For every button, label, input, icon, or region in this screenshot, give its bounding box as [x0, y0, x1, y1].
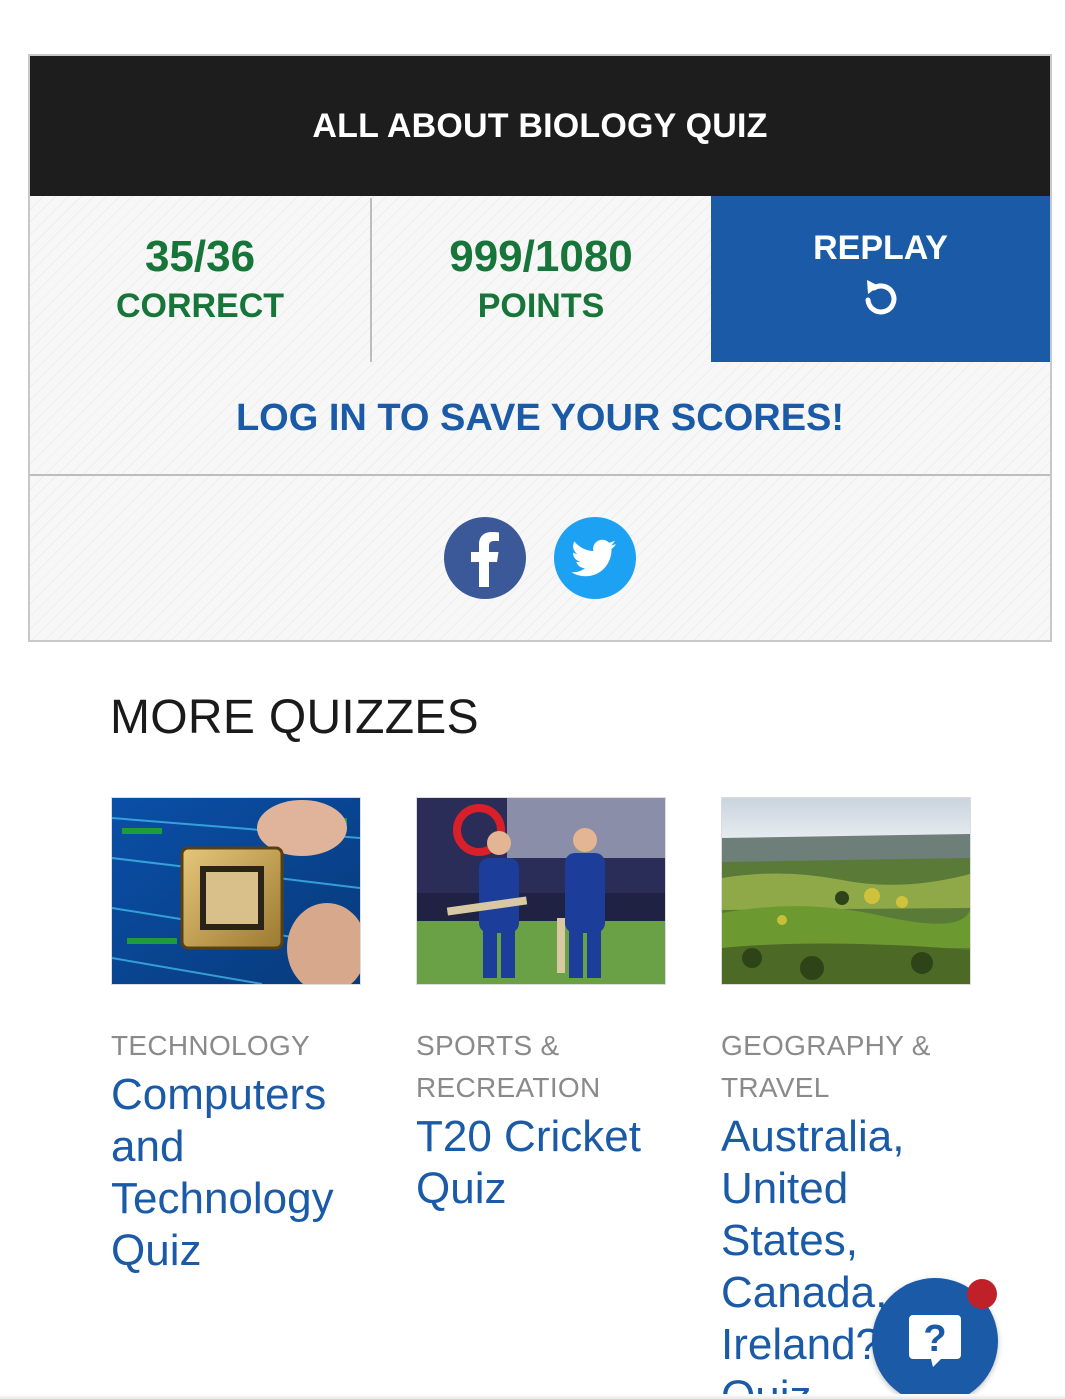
notification-dot — [967, 1279, 997, 1309]
correct-value: 35/36 — [144, 232, 256, 281]
quiz-category: SPORTS & RECREATION — [416, 1030, 601, 1103]
quiz-result-panel: ALL ABOUT BIOLOGY QUIZ 35/36 CORRECT 999… — [28, 54, 1052, 642]
quiz-category: TECHNOLOGY — [111, 1030, 311, 1061]
more-quizzes-heading: MORE QUIZZES — [110, 691, 479, 744]
login-to-save-link[interactable]: LOG IN TO SAVE YOUR SCORES! — [30, 362, 1050, 474]
cricket-players-photo[interactable] — [416, 797, 666, 985]
bottom-edge — [0, 1394, 1065, 1399]
page: ALL ABOUT BIOLOGY QUIZ 35/36 CORRECT 999… — [0, 0, 1065, 1399]
quiz-title-link[interactable]: Computers and Technology Quiz — [111, 1069, 361, 1277]
correct-stat: 35/36 CORRECT — [30, 196, 370, 362]
help-symbol: ? — [923, 1318, 946, 1360]
replay-button[interactable]: REPLAY — [711, 196, 1050, 362]
help-question-icon: ? — [909, 1315, 961, 1367]
correct-label: CORRECT — [115, 287, 285, 325]
quiz-card: SPORTS & RECREATION T20 Cricket Quiz — [416, 797, 666, 1215]
quiz-card: TECHNOLOGY Computers and Technology Quiz — [111, 797, 361, 1277]
replay-label: REPLAY — [813, 228, 948, 267]
points-value: 999/1080 — [449, 232, 633, 281]
replay-icon — [865, 279, 896, 314]
facebook-icon[interactable] — [444, 517, 526, 599]
share-row — [30, 476, 1050, 640]
points-stat: 999/1080 POINTS — [371, 196, 711, 362]
twitter-icon[interactable] — [554, 517, 636, 599]
quiz-category: GEOGRAPHY & TRAVEL — [721, 1030, 931, 1103]
points-label: POINTS — [477, 287, 605, 325]
quiz-title: ALL ABOUT BIOLOGY QUIZ — [30, 56, 1050, 196]
quiz-title-link[interactable]: T20 Cricket Quiz — [416, 1111, 666, 1215]
computer-chip-photo[interactable] — [111, 797, 361, 985]
score-stats-row: 35/36 CORRECT 999/1080 POINTS REPLAY — [30, 196, 1050, 362]
countryside-landscape-photo[interactable] — [721, 797, 971, 985]
